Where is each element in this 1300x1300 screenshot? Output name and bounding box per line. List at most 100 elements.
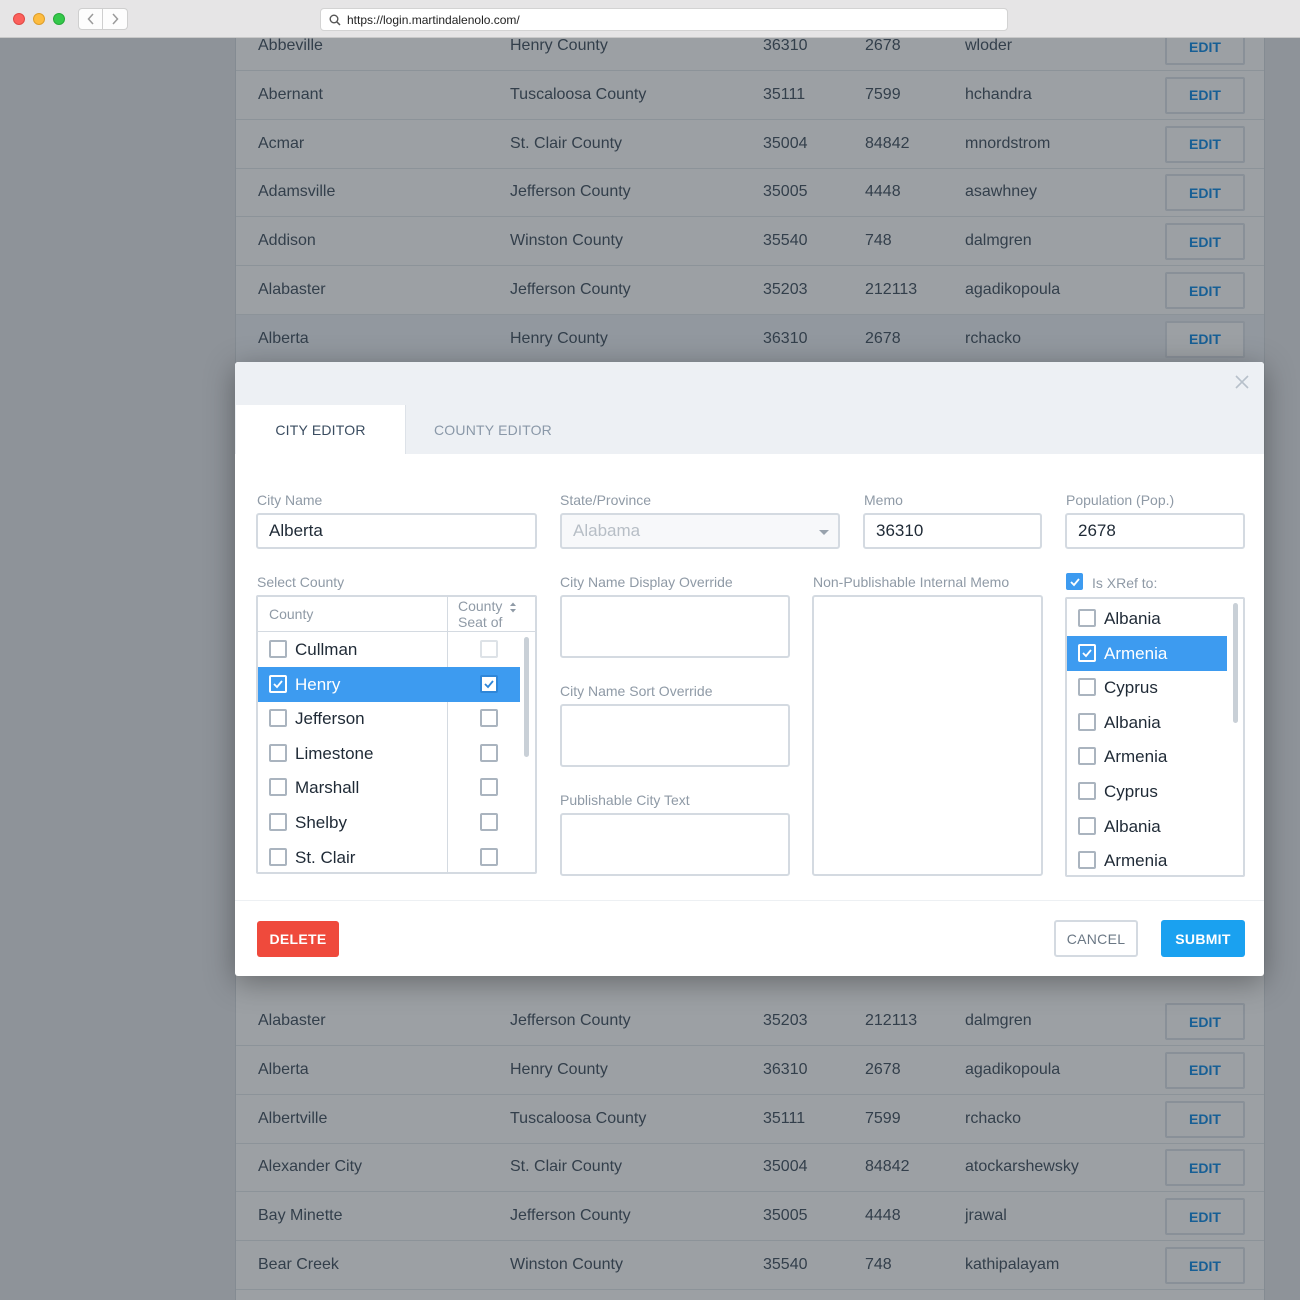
xref-list-item[interactable]: Cyprus bbox=[1067, 670, 1227, 705]
dropdown-caret-icon bbox=[819, 530, 829, 535]
city-name-label: City Name bbox=[257, 492, 323, 508]
county-list-item[interactable]: Marshall bbox=[258, 770, 520, 805]
county-checkbox[interactable] bbox=[269, 640, 287, 658]
county-name: Marshall bbox=[295, 778, 360, 798]
sort-override-label: City Name Sort Override bbox=[560, 683, 713, 699]
county-seat-column-header[interactable]: County Seat of bbox=[458, 598, 502, 630]
display-override-label: City Name Display Override bbox=[560, 574, 733, 590]
county-checkbox[interactable] bbox=[269, 813, 287, 831]
display-override-textarea[interactable] bbox=[560, 595, 790, 658]
county-checkbox[interactable] bbox=[269, 847, 287, 866]
xref-item-name: Albania bbox=[1104, 816, 1161, 836]
county-name: Shelby bbox=[295, 813, 347, 832]
county-list: County County Seat of Cullman Henry Jeffers… bbox=[256, 595, 537, 874]
county-seat-checkbox[interactable] bbox=[480, 674, 498, 693]
xref-item-name: Armenia bbox=[1104, 851, 1168, 871]
modal-header: CITY EDITOR COUNTY EDITOR bbox=[235, 362, 1264, 454]
xref-item-name: Cyprus bbox=[1104, 782, 1158, 801]
zoom-window-button[interactable] bbox=[53, 13, 65, 25]
address-bar[interactable]: https://login.martindalenolo.com/ bbox=[320, 8, 1008, 31]
xref-item-checkbox[interactable] bbox=[1078, 712, 1096, 731]
close-icon[interactable] bbox=[1234, 374, 1250, 390]
county-list-item[interactable]: St. Clair bbox=[258, 840, 520, 872]
xref-list-item[interactable]: Armenia bbox=[1067, 843, 1227, 875]
county-list-item[interactable]: Limestone bbox=[258, 736, 520, 771]
county-seat-checkbox[interactable] bbox=[480, 640, 498, 658]
minimize-window-button[interactable] bbox=[33, 13, 45, 25]
xref-item-checkbox[interactable] bbox=[1078, 816, 1096, 835]
xref-item-name: Albania bbox=[1104, 712, 1161, 732]
xref-item-checkbox[interactable] bbox=[1078, 782, 1096, 800]
xref-item-checkbox[interactable] bbox=[1078, 851, 1096, 870]
xref-list-item[interactable]: Armenia bbox=[1067, 739, 1227, 774]
xref-list-scrollbar[interactable] bbox=[1233, 603, 1238, 723]
back-button[interactable] bbox=[78, 8, 103, 30]
publishable-text-textarea[interactable] bbox=[560, 813, 790, 876]
county-name: Cullman bbox=[295, 640, 358, 659]
submit-button[interactable]: SUBMIT bbox=[1161, 920, 1245, 957]
county-seat-header-text: County Seat of bbox=[458, 598, 503, 630]
state-select[interactable]: Alabama bbox=[560, 513, 840, 549]
county-column-header[interactable]: County bbox=[269, 606, 313, 622]
county-list-item[interactable]: Henry bbox=[258, 666, 520, 702]
county-list-header: County County Seat of bbox=[258, 597, 535, 632]
internal-memo-textarea[interactable] bbox=[812, 595, 1043, 876]
xref-item-checkbox[interactable] bbox=[1078, 678, 1096, 697]
chevron-right-icon bbox=[112, 13, 119, 25]
county-list-item[interactable]: Jefferson bbox=[258, 701, 520, 736]
sort-icon[interactable] bbox=[509, 602, 517, 613]
county-seat-checkbox[interactable] bbox=[480, 813, 498, 831]
xref-item-checkbox[interactable] bbox=[1078, 747, 1096, 766]
delete-button[interactable]: DELETE bbox=[257, 921, 339, 957]
xref-item-checkbox[interactable] bbox=[1078, 609, 1096, 627]
county-seat-checkbox[interactable] bbox=[480, 778, 498, 797]
county-list-scrollbar[interactable] bbox=[524, 637, 529, 757]
xref-item-name: Albania bbox=[1104, 609, 1161, 628]
internal-memo-label: Non-Publishable Internal Memo bbox=[813, 574, 1010, 590]
xref-list-item[interactable]: Cyprus bbox=[1067, 774, 1227, 809]
county-list-item[interactable]: Shelby bbox=[258, 805, 520, 840]
xref-label: Is XRef to: bbox=[1092, 575, 1158, 591]
cancel-button[interactable]: CANCEL bbox=[1054, 920, 1138, 957]
county-checkbox[interactable] bbox=[269, 743, 287, 762]
xref-list: Albania Armenia Cyprus Albania Armenia Cyprus… bbox=[1065, 597, 1245, 877]
select-county-label: Select County bbox=[257, 574, 345, 590]
county-seat-checkbox[interactable] bbox=[480, 743, 498, 762]
checkmark-icon bbox=[1070, 578, 1080, 587]
county-list-item[interactable]: Cullman bbox=[258, 632, 520, 667]
county-seat-checkbox[interactable] bbox=[480, 709, 498, 728]
xref-item-checkbox[interactable] bbox=[1078, 643, 1096, 662]
xref-item-name: Cyprus bbox=[1104, 678, 1158, 698]
xref-list-item[interactable]: Albania bbox=[1067, 809, 1227, 844]
publishable-text-label: Publishable City Text bbox=[560, 792, 690, 808]
county-checkbox[interactable] bbox=[269, 778, 287, 797]
population-input[interactable]: 2678 bbox=[1065, 513, 1245, 549]
xref-item-name: Armenia bbox=[1104, 643, 1168, 663]
city-editor-modal: CITY EDITOR COUNTY EDITOR City Name Albe… bbox=[235, 362, 1264, 976]
state-select-value: Alabama bbox=[573, 521, 641, 540]
xref-list-item[interactable]: Albania bbox=[1067, 601, 1227, 636]
footer-divider bbox=[235, 900, 1264, 901]
memo-input[interactable]: 36310 bbox=[863, 513, 1042, 549]
county-checkbox[interactable] bbox=[269, 709, 287, 728]
county-seat-checkbox[interactable] bbox=[480, 847, 498, 866]
county-name: Limestone bbox=[295, 743, 374, 763]
chevron-left-icon bbox=[86, 13, 94, 25]
state-label: State/Province bbox=[560, 492, 652, 508]
search-icon bbox=[329, 14, 341, 26]
sort-override-textarea[interactable] bbox=[560, 704, 790, 767]
tab-county-editor[interactable]: COUNTY EDITOR bbox=[407, 405, 579, 454]
forward-button[interactable] bbox=[103, 8, 128, 30]
county-checkbox[interactable] bbox=[269, 674, 287, 693]
close-window-button[interactable] bbox=[13, 13, 25, 25]
xref-list-item[interactable]: Armenia bbox=[1067, 635, 1227, 671]
population-label: Population (Pop.) bbox=[1066, 492, 1175, 508]
tab-city-editor[interactable]: CITY EDITOR bbox=[236, 405, 406, 454]
county-name: Henry bbox=[295, 674, 341, 694]
checkbox-checked bbox=[1066, 573, 1083, 590]
xref-item-name: Armenia bbox=[1104, 747, 1168, 767]
xref-list-item[interactable]: Albania bbox=[1067, 705, 1227, 740]
city-name-input[interactable]: Alberta bbox=[256, 513, 537, 549]
checkmark-icon bbox=[273, 680, 283, 688]
xref-checkbox[interactable] bbox=[1066, 573, 1086, 590]
